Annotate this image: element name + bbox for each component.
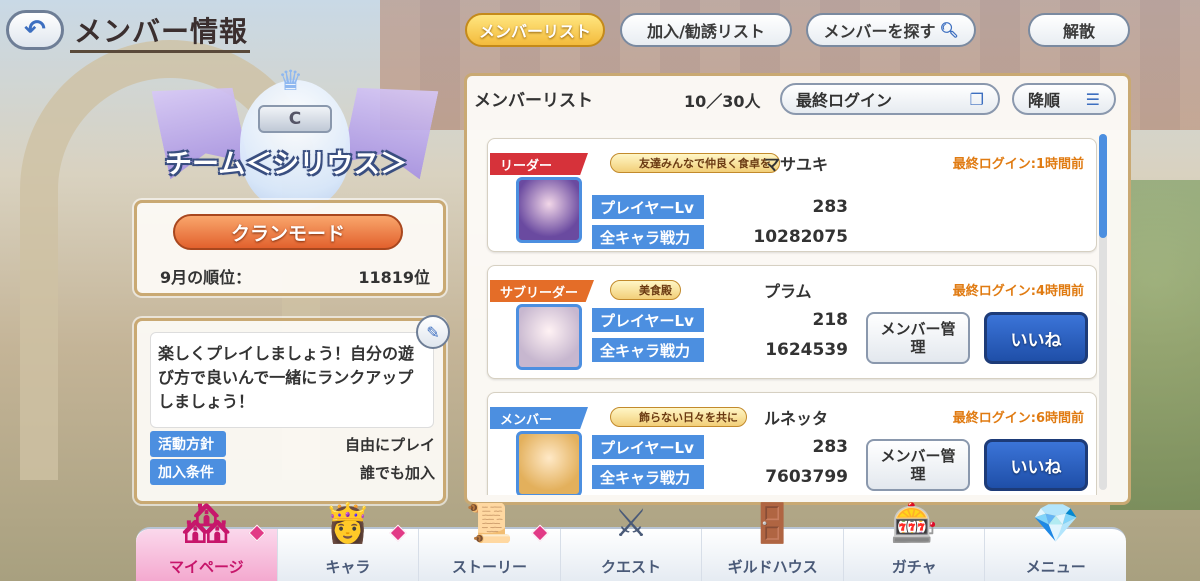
member-avatar[interactable] <box>516 304 582 370</box>
member-avatar[interactable] <box>516 177 582 243</box>
notification-badge <box>389 524 407 542</box>
player-level-value: 218 <box>812 310 849 330</box>
last-login: 最終ログイン:4時間前 <box>952 284 1084 299</box>
member-name: マサユキ <box>764 155 829 174</box>
last-login: 最終ログイン:6時間前 <box>952 411 1084 426</box>
member-list[interactable]: リーダー 友達みんなで仲良く食卓を マサユキ 最終ログイン:1時間前 プレイヤー… <box>477 125 1097 495</box>
nav-character[interactable]: 👸 キャラ <box>278 503 420 581</box>
back-arrow-icon: ↶ <box>24 15 46 45</box>
crown-icon: ♛ <box>278 64 304 97</box>
guild-house-icon: 🚪 <box>748 501 797 545</box>
sort-select[interactable]: 最終ログイン ❐ <box>780 83 1000 115</box>
scrollbar-thumb[interactable] <box>1099 134 1107 238</box>
total-power-value: 10282075 <box>753 227 848 247</box>
bottom-nav: 🏘 マイページ 👸 キャラ 📜 ストーリー ⚔ クエスト 🚪 ギルドハウス 🎰 … <box>136 503 1126 581</box>
tab-join-invite-list[interactable]: 加入/勧誘リスト <box>620 13 792 47</box>
member-avatar[interactable] <box>516 431 582 495</box>
character-icon: 👸 <box>324 501 372 545</box>
total-power-label: 全キャラ戦力 <box>592 465 704 489</box>
sort-order-button[interactable]: 降順 ☰ <box>1012 83 1116 115</box>
sort-lines-icon: ☰ <box>1085 89 1100 109</box>
clan-rank-badge: C <box>258 105 332 133</box>
title-underline <box>70 50 250 53</box>
member-title-tag: 友達みんなで仲良く食卓を <box>610 153 780 173</box>
player-level-row: プレイヤーLv 283 <box>592 195 848 219</box>
notification-badge <box>531 524 549 542</box>
page-title: メンバー情報 <box>74 15 249 48</box>
find-member-button[interactable]: メンバーを探す 🔍︎ <box>806 13 976 47</box>
policy-value: 自由にプレイ <box>344 435 435 454</box>
total-power-value: 7603799 <box>765 467 848 487</box>
notification-badge <box>248 524 266 542</box>
member-name: プラム <box>764 282 812 301</box>
player-level-value: 283 <box>812 437 849 457</box>
member-title-tag: 飾らない日々を共に <box>610 407 747 427</box>
clan-name: チーム＜シリウス＞ <box>165 149 408 180</box>
member-card: リーダー 友達みんなで仲良く食卓を マサユキ 最終ログイン:1時間前 プレイヤー… <box>487 138 1097 252</box>
tab-member-list[interactable]: メンバーリスト <box>465 13 605 47</box>
nav-gacha[interactable]: 🎰 ガチャ <box>844 503 986 581</box>
like-button[interactable]: いいね <box>984 312 1088 364</box>
join-condition-row: 加入条件 誰でも加入 <box>150 459 435 485</box>
pencil-icon: ✎ <box>426 322 440 342</box>
total-power-label: 全キャラ戦力 <box>592 338 704 362</box>
edit-description-button[interactable]: ✎ <box>416 315 450 349</box>
player-level-value: 283 <box>812 197 849 217</box>
disband-button[interactable]: 解散 <box>1028 13 1130 47</box>
member-list-title: メンバーリスト <box>474 91 593 111</box>
member-card: メンバー 飾らない日々を共に ルネッタ 最終ログイン:6時間前 プレイヤーLv … <box>487 392 1097 495</box>
member-name: ルネッタ <box>764 409 829 428</box>
total-power-row: 全キャラ戦力 10282075 <box>592 225 848 249</box>
gacha-icon: 🎰 <box>890 501 938 545</box>
player-level-row: プレイヤーLv 218 <box>592 308 848 332</box>
total-power-value: 1624539 <box>765 340 848 360</box>
member-title-tag: 美食殿 <box>610 280 681 300</box>
role-tag-subleader: サブリーダー <box>490 280 594 302</box>
clan-mode-button[interactable]: クランモード <box>173 214 403 250</box>
back-button[interactable]: ↶ <box>6 10 64 50</box>
player-level-row: プレイヤーLv 283 <box>592 435 848 459</box>
join-condition-label: 加入条件 <box>150 459 226 485</box>
player-level-label: プレイヤーLv <box>592 308 704 332</box>
like-button[interactable]: いいね <box>984 439 1088 491</box>
manage-member-button[interactable]: メンバー管理 <box>866 312 970 364</box>
activity-policy-row: 活動方針 自由にプレイ <box>150 431 435 457</box>
clan-description: 楽しくプレイしましょう！自分の遊び方で良いんで一緒にランクアップしましょう！ <box>158 344 415 411</box>
search-icon: 🔍︎ <box>939 21 959 39</box>
copy-icon: ❐ <box>969 89 984 109</box>
rank-value: 11819位 <box>358 268 430 287</box>
total-power-row: 全キャラ戦力 1624539 <box>592 338 848 362</box>
rank-label: 9月の順位： <box>160 268 252 287</box>
player-level-label: プレイヤーLv <box>592 435 704 459</box>
player-level-label: プレイヤーLv <box>592 195 704 219</box>
role-tag-member: メンバー <box>490 407 588 429</box>
nav-quest[interactable]: ⚔ クエスト <box>561 503 703 581</box>
quest-sword-icon: ⚔ <box>613 501 649 545</box>
story-scroll-icon: 📜 <box>465 501 514 545</box>
menu-crystal-icon: 💎 <box>1032 501 1080 545</box>
last-login: 最終ログイン:1時間前 <box>952 157 1084 172</box>
join-condition-value: 誰でも加入 <box>359 463 435 482</box>
role-tag-leader: リーダー <box>490 153 588 175</box>
monthly-rank: 9月の順位： 11819位 <box>160 264 430 288</box>
my-page-icon: 🏘 <box>182 501 231 545</box>
policy-label: 活動方針 <box>150 431 226 457</box>
nav-menu[interactable]: 💎 メニュー <box>985 503 1126 581</box>
member-count: 10／30人 <box>684 92 761 111</box>
nav-story[interactable]: 📜 ストーリー <box>419 503 561 581</box>
total-power-label: 全キャラ戦力 <box>592 225 704 249</box>
manage-member-button[interactable]: メンバー管理 <box>866 439 970 491</box>
nav-my-page[interactable]: 🏘 マイページ <box>136 503 278 581</box>
member-card: サブリーダー 美食殿 プラム 最終ログイン:4時間前 プレイヤーLv 218 全… <box>487 265 1097 379</box>
nav-guild-house[interactable]: 🚪 ギルドハウス <box>702 503 844 581</box>
total-power-row: 全キャラ戦力 7603799 <box>592 465 848 489</box>
